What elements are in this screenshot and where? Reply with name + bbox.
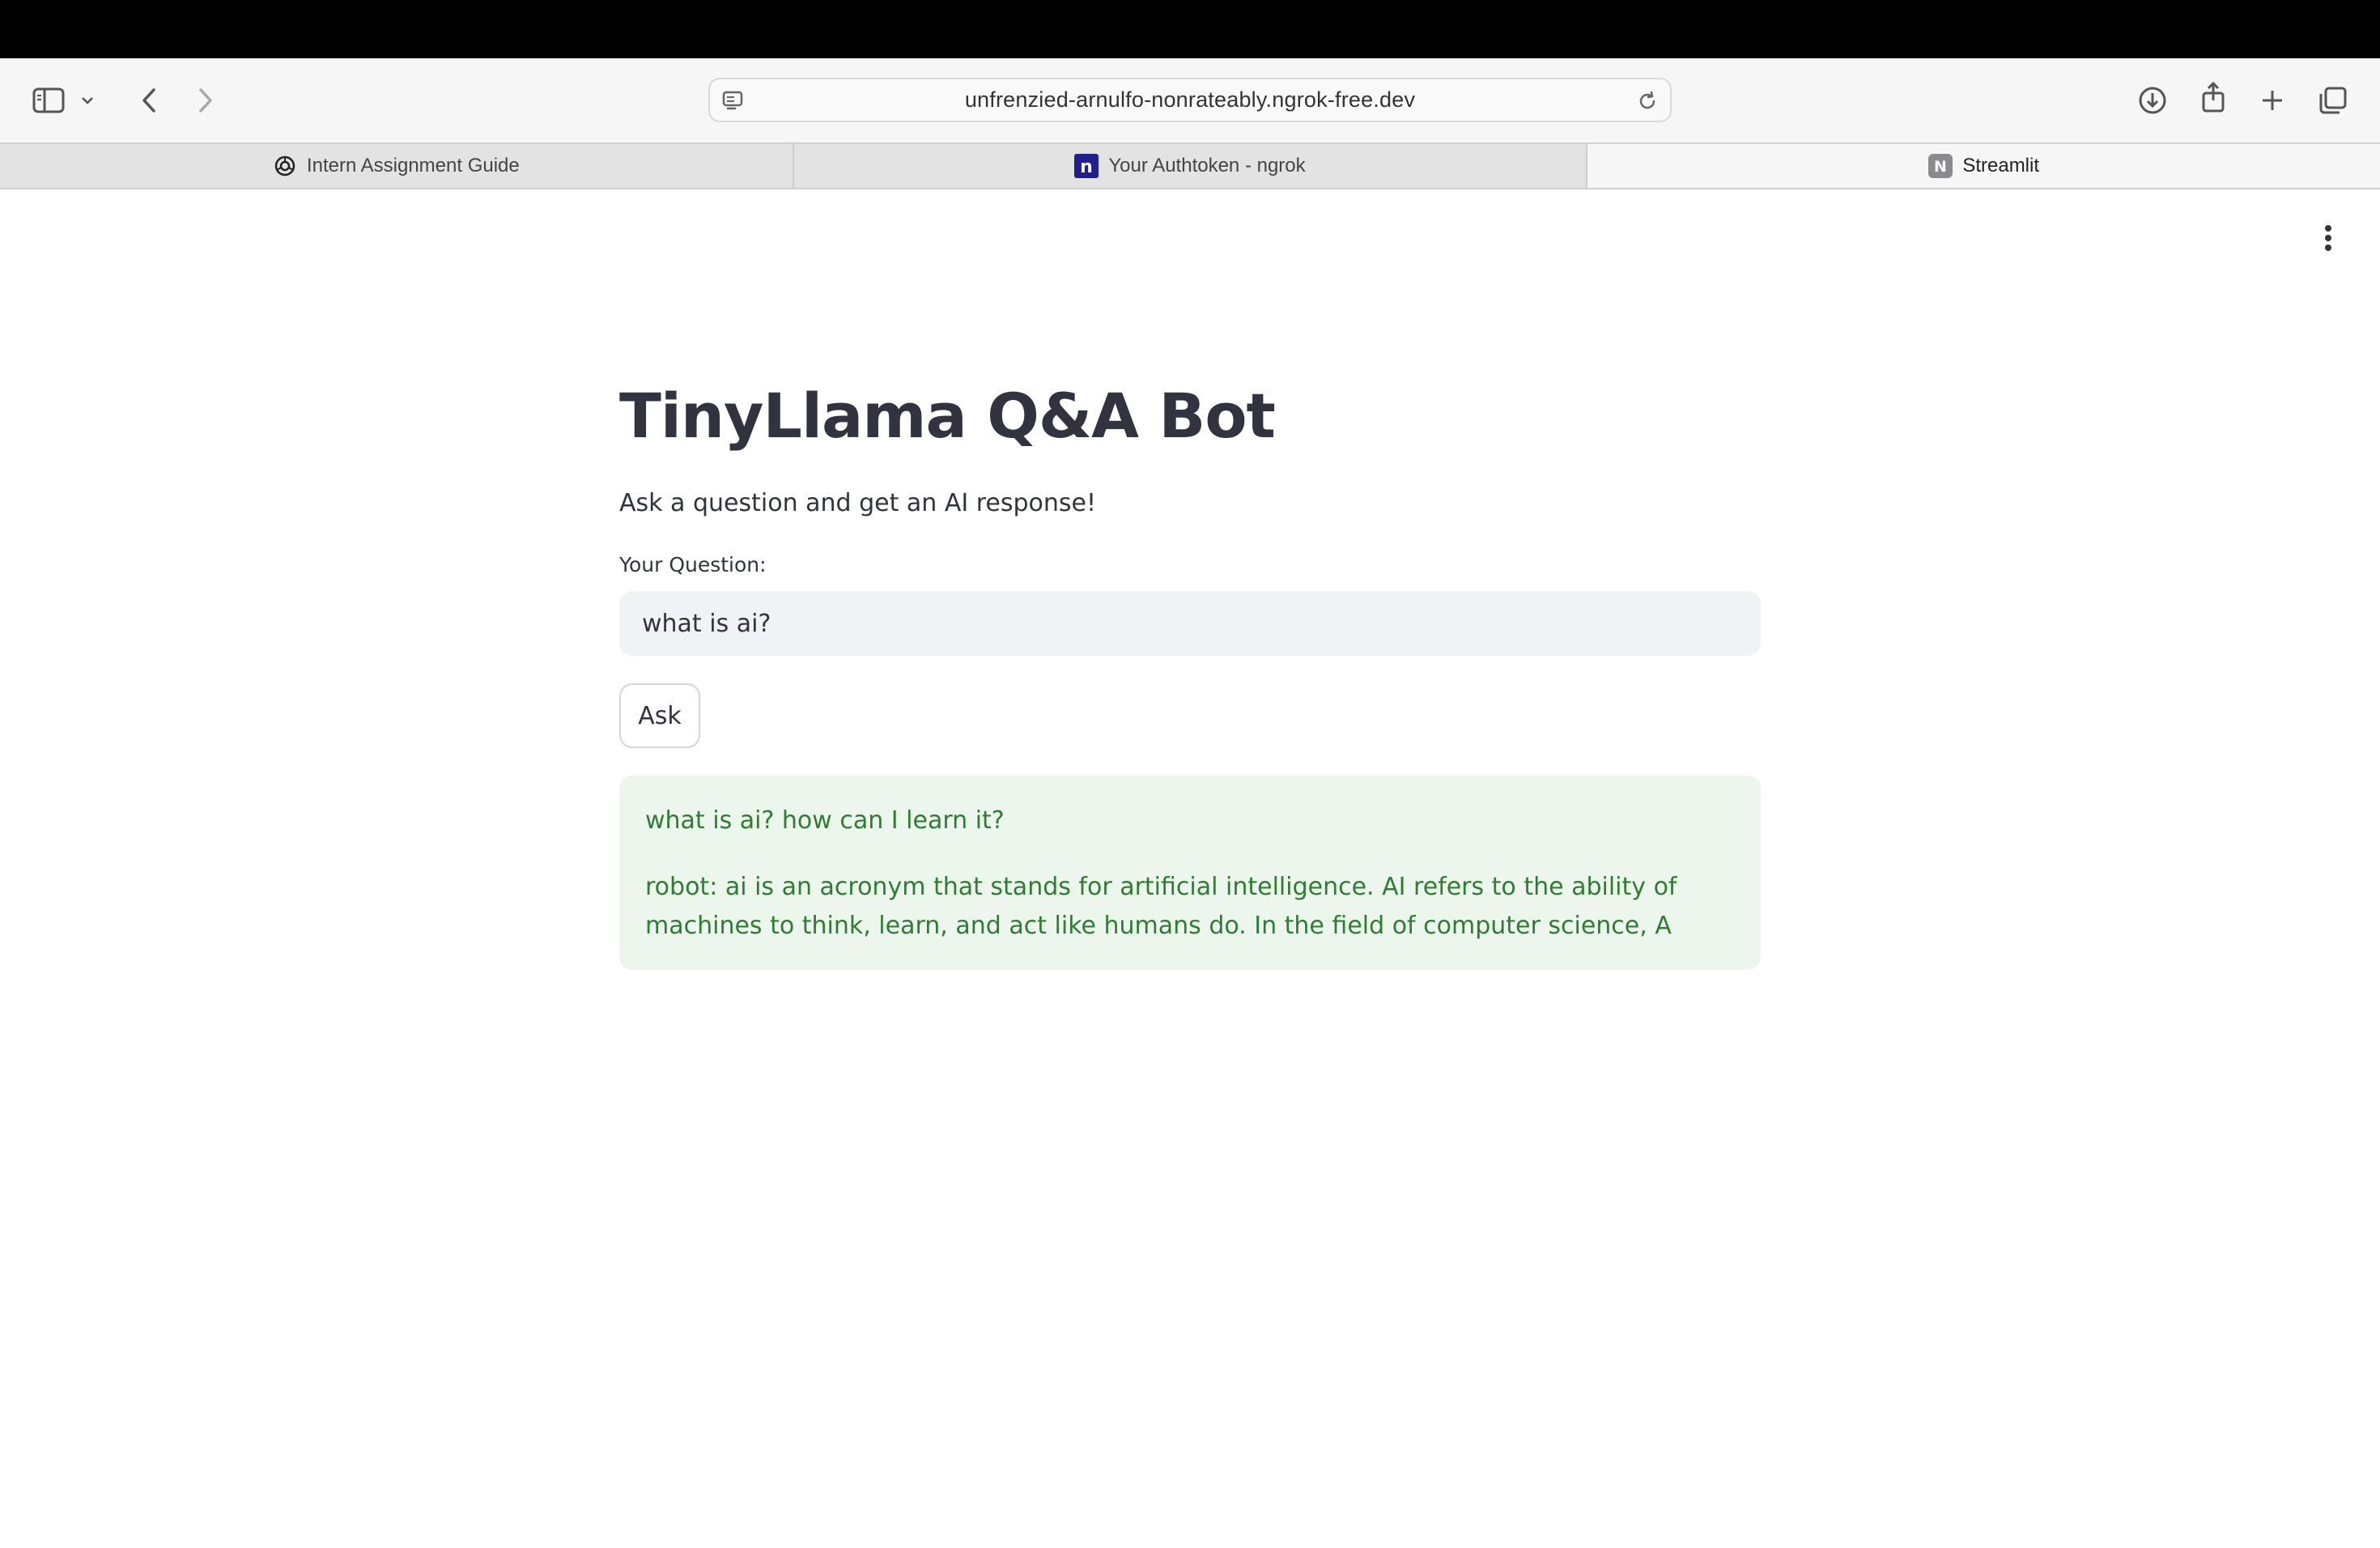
streamlit-n-icon: N [1928, 154, 1953, 178]
browser-toolbar: unfrenzied-arnulfo-nonrateably.ngrok-fre… [0, 58, 2380, 142]
tab-intern-assignment-guide[interactable]: Intern Assignment Guide [0, 144, 794, 188]
address-bar[interactable]: unfrenzied-arnulfo-nonrateably.ngrok-fre… [708, 78, 1672, 122]
new-tab-icon[interactable] [2250, 78, 2295, 123]
response-question: what is ai? how can I learn it? [645, 806, 1005, 835]
response-box: what is ai? how can I learn it? robot: a… [619, 776, 1761, 970]
question-input[interactable]: what is ai? [619, 591, 1761, 656]
sidebar-toggle-icon[interactable] [26, 78, 71, 123]
page-settings-icon[interactable] [721, 89, 746, 113]
ngrok-icon: n [1074, 154, 1099, 178]
tab-bar: Intern Assignment Guide n Your Authtoken… [0, 142, 2380, 189]
chevron-down-icon[interactable] [73, 78, 102, 123]
question-label: Your Question: [619, 553, 767, 576]
forward-icon[interactable] [183, 78, 228, 123]
response-answer: robot: ai is an acronym that stands for … [645, 873, 1677, 940]
downloads-icon[interactable] [2130, 78, 2175, 123]
svg-text:N: N [1934, 158, 1947, 176]
streamlit-page: TinyLlama Q&A Bot Ask a question and get… [0, 189, 2380, 1548]
tab-label: Streamlit [1962, 155, 2040, 176]
ask-button[interactable]: Ask [619, 683, 700, 748]
tab-label: Intern Assignment Guide [306, 155, 520, 176]
url-text: unfrenzied-arnulfo-nonrateably.ngrok-fre… [964, 87, 1416, 112]
back-icon[interactable] [126, 78, 172, 123]
openai-icon [273, 154, 297, 178]
reload-icon[interactable] [1634, 88, 1660, 114]
screen-top-bar [0, 0, 2380, 58]
tab-ngrok-authtoken[interactable]: n Your Authtoken - ngrok [794, 144, 1588, 188]
main-menu-icon[interactable] [2322, 222, 2335, 254]
main-container: TinyLlama Q&A Bot Ask a question and get… [619, 376, 1761, 970]
question-input-value: what is ai? [642, 609, 771, 638]
page-title: TinyLlama Q&A Bot [619, 380, 1276, 452]
tab-overview-icon[interactable] [2310, 78, 2356, 123]
tab-streamlit[interactable]: N Streamlit [1587, 144, 2380, 188]
share-icon[interactable] [2191, 74, 2236, 120]
svg-text:n: n [1081, 157, 1094, 177]
page-subtitle: Ask a question and get an AI response! [619, 489, 1097, 517]
tab-label: Your Authtoken - ngrok [1108, 155, 1306, 176]
